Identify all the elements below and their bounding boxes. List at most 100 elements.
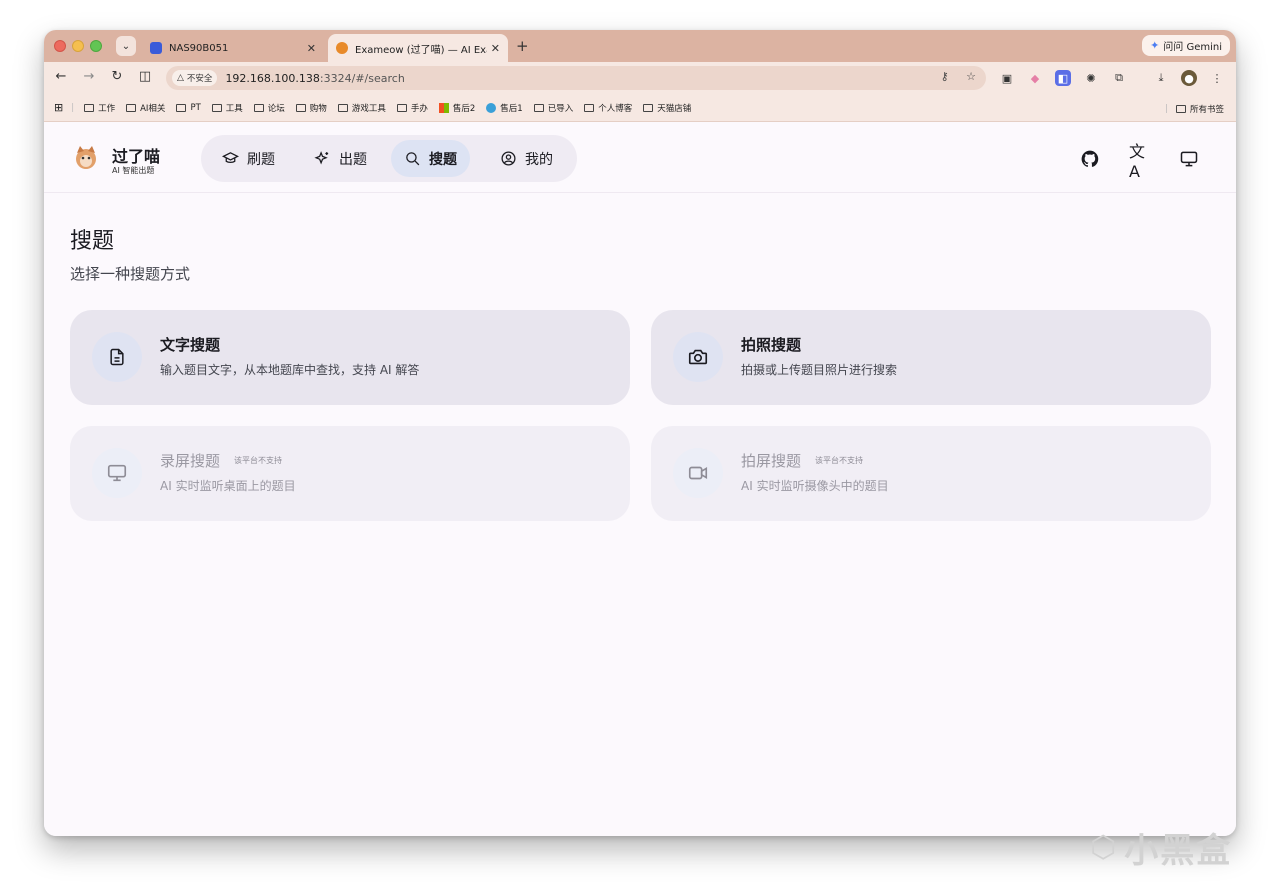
extension-blue-icon[interactable]: ◧ (1055, 70, 1071, 86)
unsupported-badge: 该平台不支持 (234, 456, 283, 465)
profile-avatar-icon[interactable]: ● (1181, 70, 1197, 86)
browser-toolbar: ← → ↻ ◫ △ 不安全 192.168.100.138:3324/#/sea… (44, 62, 1236, 94)
gemini-label: 问问 Gemini (1163, 42, 1222, 53)
browser-tab-nas[interactable]: NAS90B051 ✕ (142, 34, 324, 62)
monitor-icon[interactable] (1178, 148, 1200, 170)
gemini-button[interactable]: ✦ 问问 Gemini (1142, 35, 1230, 56)
card-icon-wrap (673, 332, 723, 382)
download-icon[interactable]: ⤓ (1153, 70, 1169, 86)
user-circle-icon (501, 151, 516, 166)
xiaoheihe-watermark: ⬡ 小黑盒 (1090, 823, 1232, 872)
folder-icon (176, 103, 187, 112)
card-title: 拍屏搜题 该平台不支持 (741, 450, 863, 471)
screen-record-search-card: 录屏搜题 该平台不支持 AI 实时监听桌面上的题目 (70, 426, 630, 521)
reload-icon[interactable]: ↻ (108, 69, 126, 84)
split-view-icon[interactable]: ◫ (136, 69, 154, 84)
nav-item-search[interactable]: 搜题 (391, 140, 470, 177)
maximize-window-button[interactable] (90, 40, 102, 52)
text-search-card[interactable]: 文字搜题 输入题目文字，从本地题库中查找，支持 AI 解答 (70, 310, 630, 405)
back-arrow-icon[interactable]: ← (52, 69, 70, 84)
password-key-icon[interactable]: ⚷ (941, 70, 949, 83)
folder-icon (253, 103, 264, 112)
tab-close-icon[interactable]: ✕ (307, 42, 316, 55)
bookmark-folder[interactable]: 手办 (396, 102, 428, 114)
folder-icon (84, 103, 95, 112)
folder-icon (295, 103, 306, 112)
card-title: 拍照搜题 (741, 336, 802, 354)
close-window-button[interactable] (54, 40, 66, 52)
page-title: 搜题 (70, 229, 115, 254)
tab-close-icon[interactable]: ✕ (491, 42, 500, 55)
bookmark-link[interactable]: 售后2 (438, 102, 475, 114)
bookmark-link[interactable]: 售后1 (486, 102, 523, 114)
bookmark-star-icon[interactable]: ☆ (966, 70, 976, 83)
bookmark-folder[interactable]: 购物 (295, 102, 327, 114)
bookmark-folder[interactable]: 工具 (211, 102, 243, 114)
extensions-puzzle-icon[interactable]: ⧉ (1111, 70, 1127, 86)
bookmarks-divider: | (71, 102, 75, 113)
cat-logo-icon[interactable] (72, 144, 100, 172)
card-title: 文字搜题 (160, 336, 221, 354)
camera-screen-search-card: 拍屏搜题 该平台不支持 AI 实时监听摄像头中的题目 (651, 426, 1211, 521)
graduation-cap-icon (222, 152, 239, 164)
extension-openai-icon[interactable]: ✺ (1083, 70, 1099, 86)
extension-puzzle-app-icon[interactable]: ▣ (999, 70, 1015, 86)
card-title-text: 录屏搜题 (160, 452, 221, 470)
tab-search-chevron-icon[interactable]: ⌄ (116, 36, 136, 56)
card-description: AI 实时监听摄像头中的题目 (741, 479, 889, 493)
brand-name[interactable]: 过了喵 (112, 143, 160, 167)
insecure-label: 不安全 (186, 74, 213, 84)
folder-icon (643, 103, 654, 112)
card-icon-wrap (92, 332, 142, 382)
security-chip[interactable]: △ 不安全 (172, 70, 218, 86)
watermark-text: 小黑盒 (1124, 831, 1233, 871)
bookmark-folder[interactable]: PT (176, 103, 201, 113)
nav-item-practice[interactable]: 刷题 (209, 140, 288, 177)
all-bookmarks-button[interactable]: | 所有书签 (1165, 103, 1224, 115)
nav-item-label: 出题 (339, 151, 367, 168)
nav-item-label: 搜题 (429, 151, 457, 168)
extension-cat-icon[interactable]: ◆ (1027, 70, 1043, 86)
globe-favicon-icon (486, 102, 497, 113)
photo-search-card[interactable]: 拍照搜题 拍摄或上传题目照片进行搜索 (651, 310, 1211, 405)
nav-item-label: 我的 (525, 151, 553, 168)
windows-logo-icon (438, 102, 449, 113)
address-bar[interactable]: △ 不安全 192.168.100.138:3324/#/search ⚷ ☆ (166, 66, 986, 90)
browser-tab-exameow[interactable]: Exameow (过了喵) — AI Exam ✕ (328, 34, 508, 62)
nav-item-profile[interactable]: 我的 (487, 140, 566, 177)
translate-icon[interactable]: 文A (1129, 142, 1151, 181)
watermark-logo-icon: ⬡ (1090, 830, 1119, 865)
new-tab-button[interactable]: + (516, 37, 529, 55)
bookmark-folder[interactable]: 游戏工具 (337, 102, 386, 114)
monitor-icon (107, 464, 127, 482)
folder-icon (533, 103, 544, 112)
bookmark-folder[interactable]: 论坛 (253, 102, 285, 114)
url-host: 192.168.100.138 (225, 71, 320, 85)
minimize-window-button[interactable] (72, 40, 84, 52)
exameow-favicon-icon (336, 42, 348, 54)
nav-item-label: 刷题 (247, 151, 275, 168)
bookmark-folder[interactable]: AI相关 (126, 102, 165, 114)
nav-item-generate[interactable]: 出题 (301, 140, 380, 177)
bookmark-folder[interactable]: 已导入 (533, 102, 573, 114)
warning-triangle-icon: △ (177, 73, 184, 83)
camera-icon (688, 349, 708, 365)
app-header: 过了喵 AI 智能出题 刷题 出题 搜题 我的 文A (44, 123, 1236, 193)
github-icon[interactable] (1079, 148, 1101, 170)
bookmark-folder[interactable]: 个人博客 (584, 102, 632, 114)
url-text: 192.168.100.138:3324/#/search (225, 72, 404, 85)
card-title: 录屏搜题 该平台不支持 (160, 450, 282, 471)
tab-title: NAS90B051 (169, 42, 229, 54)
bookmark-folder[interactable]: 工作 (84, 102, 115, 114)
tab-bar: ⌄ NAS90B051 ✕ Exameow (过了喵) — AI Exam ✕ … (44, 30, 1236, 62)
omnibox-actions: ⚷ ☆ (941, 70, 976, 83)
folder-icon (1175, 105, 1186, 113)
card-icon-wrap (92, 448, 142, 498)
apps-grid-icon[interactable]: ⊞ (54, 101, 63, 114)
bookmark-folder[interactable]: 天猫店铺 (643, 102, 691, 114)
unsupported-badge: 该平台不支持 (815, 456, 864, 465)
kebab-menu-icon[interactable]: ⋮ (1209, 70, 1225, 86)
app-page: 过了喵 AI 智能出题 刷题 出题 搜题 我的 文A 搜题 选择一种搜题方式 文… (44, 123, 1236, 836)
folder-icon (396, 103, 407, 112)
forward-arrow-icon[interactable]: → (80, 69, 98, 84)
